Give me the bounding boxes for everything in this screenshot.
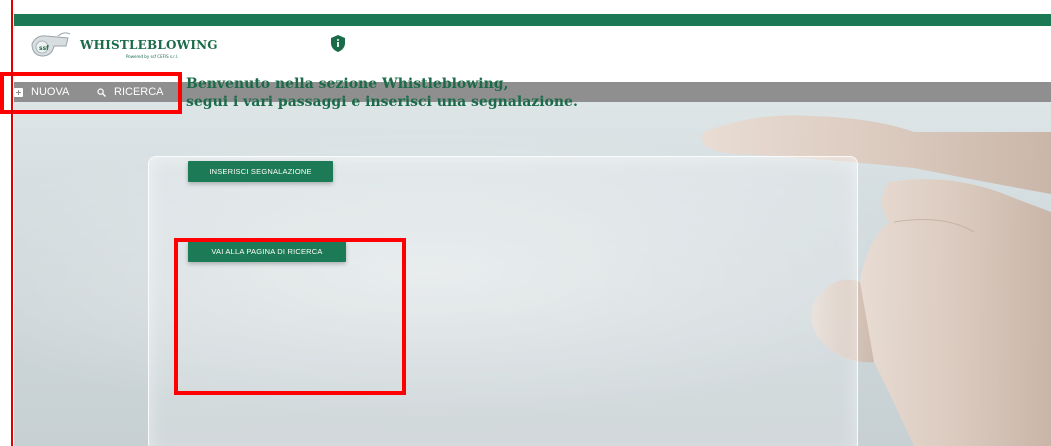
welcome-message: Benvenuto nella sezione Whistleblowing, … [186, 75, 646, 111]
whistle-icon: ssf [31, 32, 71, 57]
highlight-box-nav [0, 72, 182, 114]
welcome-line-2: segui i vari passaggi e inserisci una se… [186, 94, 578, 110]
logo-subtext: Powered by ssf CEFIS s.r.l. [126, 54, 179, 59]
svg-text:ssf: ssf [39, 45, 49, 52]
app-logo[interactable]: ssf WHISTLEBLOWING Powered by ssf CEFIS … [28, 30, 218, 64]
left-border-rule [11, 0, 13, 446]
logo-text: WHISTLEBLOWING [80, 38, 218, 52]
insert-report-button[interactable]: INSERISCI SEGNALAZIONE [188, 161, 333, 182]
welcome-line-1: Benvenuto nella sezione Whistleblowing, [186, 76, 509, 92]
hero-section [14, 102, 1051, 446]
shield-info-icon[interactable] [331, 35, 345, 52]
highlight-box-buttons [174, 238, 406, 395]
top-accent-bar [14, 14, 1051, 26]
